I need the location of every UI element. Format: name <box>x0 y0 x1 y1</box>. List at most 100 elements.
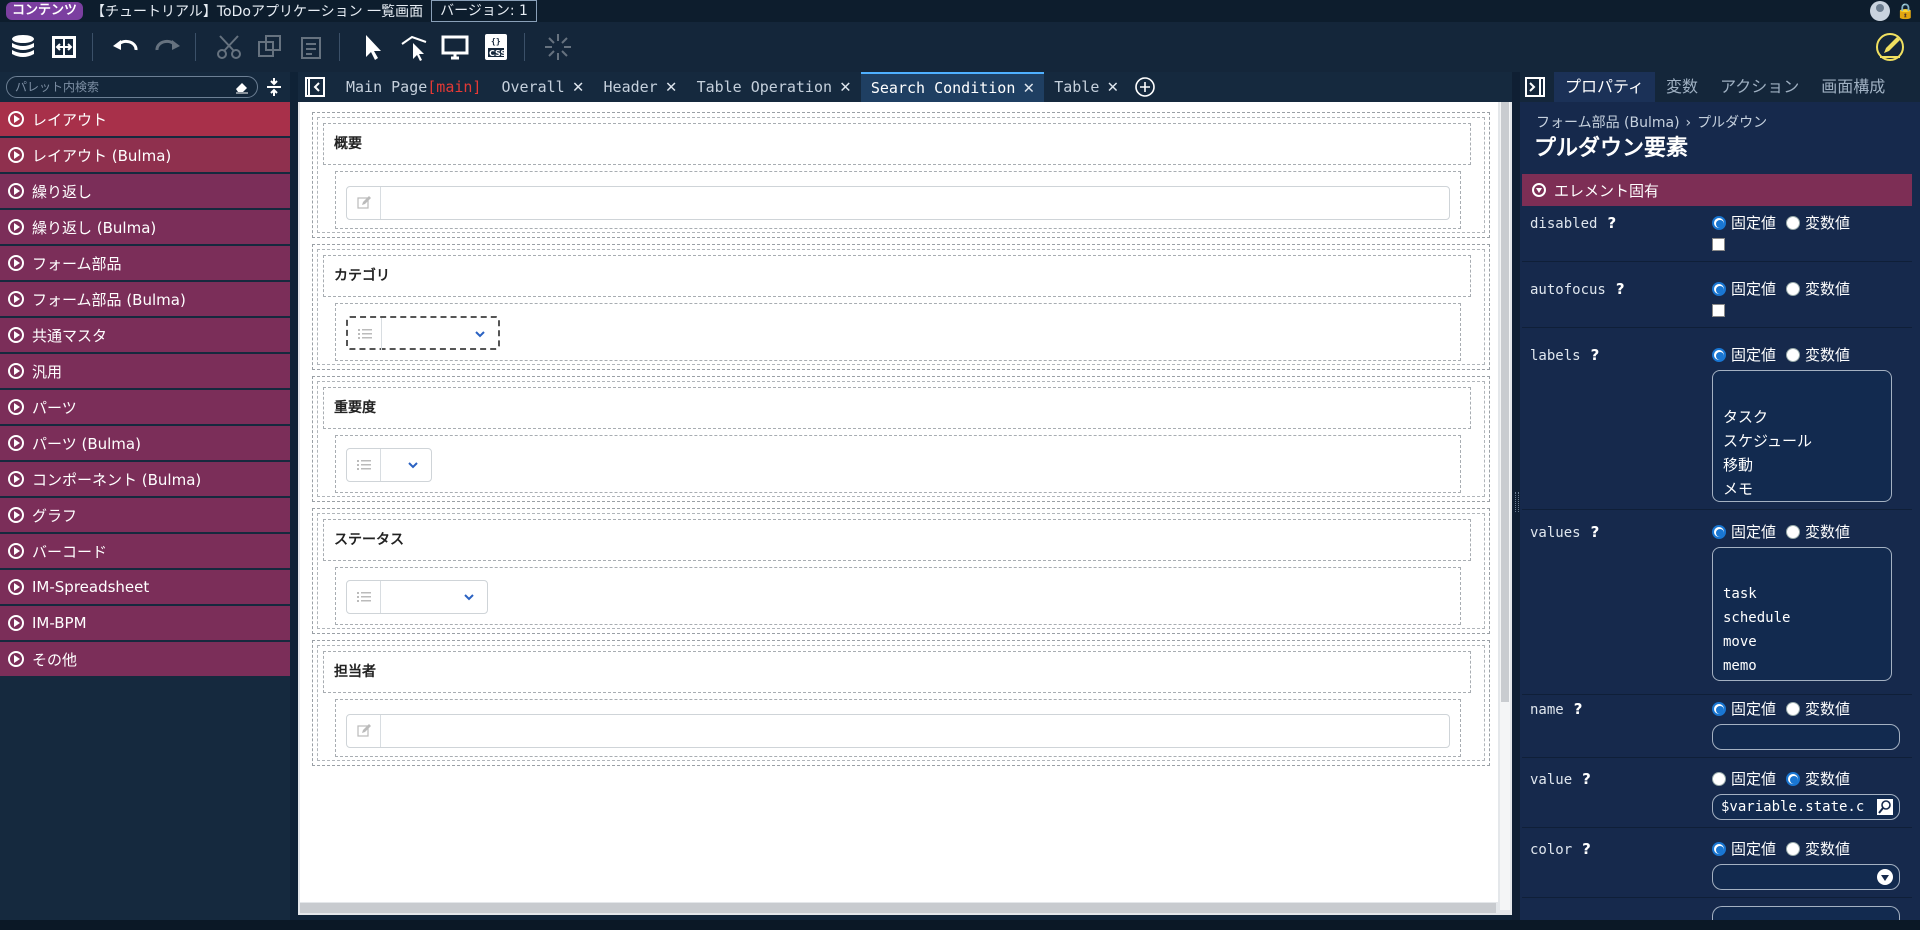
palette-item[interactable]: コンポーネント (Bulma) <box>0 462 290 496</box>
tab-search-condition[interactable]: Search Condition ✕ <box>860 72 1045 102</box>
disabled-checkbox[interactable] <box>1712 238 1725 251</box>
palette-search-input[interactable] <box>15 80 215 94</box>
help-icon[interactable]: ? <box>1607 214 1616 232</box>
add-tab-icon[interactable] <box>1134 76 1156 98</box>
value-input[interactable]: $variable.state.c <box>1712 794 1900 820</box>
scrollbar-thumb[interactable] <box>1501 102 1509 702</box>
user-avatar-icon[interactable] <box>1870 1 1890 21</box>
name-input[interactable] <box>1712 724 1900 750</box>
palette-item[interactable]: グラフ <box>0 498 290 532</box>
radio-variable[interactable] <box>1786 215 1801 230</box>
form-section[interactable]: カテゴリ <box>312 244 1490 370</box>
layout-split-icon[interactable] <box>46 29 82 65</box>
field-label[interactable]: 重要度 <box>323 387 1471 429</box>
close-icon[interactable]: ✕ <box>666 78 677 96</box>
radio-variable[interactable] <box>1786 281 1801 296</box>
autofocus-checkbox[interactable] <box>1712 304 1725 317</box>
tab-overall[interactable]: Overall ✕ <box>491 72 593 102</box>
preview-monitor-icon[interactable] <box>437 29 473 65</box>
help-icon[interactable]: ? <box>1582 770 1591 788</box>
undo-icon[interactable] <box>108 29 144 65</box>
form-section[interactable]: 重要度 <box>312 376 1490 502</box>
field-container[interactable] <box>335 303 1461 361</box>
palette-item[interactable]: レイアウト (Bulma) <box>0 138 290 172</box>
panel-splitter[interactable] <box>1512 72 1520 922</box>
tab-screen-structure[interactable]: 画面構成 <box>1810 72 1896 102</box>
help-icon[interactable]: ? <box>1591 346 1600 364</box>
tab-properties[interactable]: プロパティ <box>1554 72 1656 102</box>
values-textarea[interactable]: task schedule move memo <box>1712 547 1892 681</box>
close-icon[interactable]: ✕ <box>573 78 584 96</box>
palette-item[interactable]: 共通マスタ <box>0 318 290 352</box>
field-label[interactable]: カテゴリ <box>323 255 1471 297</box>
text-input[interactable] <box>346 714 1450 748</box>
select-dropdown[interactable] <box>346 448 432 482</box>
tab-back-icon[interactable] <box>304 76 326 98</box>
eraser-icon[interactable] <box>235 80 249 94</box>
close-icon[interactable]: ✕ <box>1023 79 1034 97</box>
tab-variables[interactable]: 変数 <box>1655 72 1709 102</box>
palette-item[interactable]: レイアウト <box>0 102 290 136</box>
pointer-frame-icon[interactable] <box>396 29 432 65</box>
select-dropdown[interactable] <box>346 580 488 614</box>
text-input[interactable] <box>346 186 1450 220</box>
radio-variable[interactable] <box>1786 347 1801 362</box>
help-icon[interactable]: ? <box>1574 700 1583 718</box>
field-container[interactable] <box>335 435 1461 493</box>
radio-variable[interactable] <box>1786 771 1801 786</box>
database-icon[interactable] <box>5 29 41 65</box>
palette-item[interactable]: フォーム部品 (Bulma) <box>0 282 290 316</box>
radio-fixed[interactable] <box>1712 771 1726 786</box>
canvas-vertical-scrollbar[interactable] <box>1500 102 1510 910</box>
redo-icon[interactable] <box>149 29 185 65</box>
canvas-page[interactable]: 概要カテゴリ重要度ステータス担当者 <box>300 102 1498 902</box>
lock-icon[interactable]: 🔒 <box>1896 1 1915 21</box>
tab-main-page[interactable]: Main Page [main] <box>336 72 491 102</box>
section-element-specific[interactable]: エレメント固有 <box>1522 174 1912 206</box>
field-container[interactable] <box>335 699 1461 757</box>
palette-item[interactable]: IM-Spreadsheet <box>0 570 290 604</box>
form-section[interactable]: 概要 <box>312 112 1490 238</box>
select-dropdown[interactable] <box>346 316 500 350</box>
palette-item[interactable]: 繰り返し (Bulma) <box>0 210 290 244</box>
radio-variable[interactable] <box>1786 524 1801 539</box>
paste-icon[interactable] <box>293 29 329 65</box>
field-label[interactable]: 担当者 <box>323 651 1471 693</box>
field-label[interactable]: ステータス <box>323 519 1471 561</box>
help-icon[interactable]: ? <box>1616 280 1625 298</box>
select-pointer-icon[interactable] <box>355 29 391 65</box>
form-section[interactable]: 担当者 <box>312 640 1490 766</box>
tab-header[interactable]: Header ✕ <box>594 72 687 102</box>
tab-actions[interactable]: アクション <box>1709 72 1810 102</box>
labels-textarea[interactable]: タスク スケジュール 移動 メモ <box>1712 370 1892 502</box>
field-label[interactable]: 概要 <box>323 123 1471 165</box>
radio-variable[interactable] <box>1786 841 1801 856</box>
palette-item[interactable]: パーツ (Bulma) <box>0 426 290 460</box>
radio-fixed[interactable] <box>1712 524 1726 539</box>
field-container[interactable] <box>335 171 1461 229</box>
form-section[interactable]: ステータス <box>312 508 1490 634</box>
cut-icon[interactable] <box>211 29 247 65</box>
radio-fixed[interactable] <box>1712 281 1726 296</box>
panel-toggle-icon[interactable] <box>1524 76 1546 98</box>
palette-item[interactable]: 繰り返し <box>0 174 290 208</box>
help-icon[interactable]: ? <box>1582 840 1591 858</box>
partial-input[interactable] <box>1712 906 1900 920</box>
radio-fixed[interactable] <box>1712 701 1726 716</box>
palette-item[interactable]: IM-BPM <box>0 606 290 640</box>
canvas-horizontal-scrollbar[interactable] <box>300 903 1496 913</box>
radio-variable[interactable] <box>1786 701 1801 716</box>
css-file-icon[interactable]: CSS {} <box>478 29 514 65</box>
field-container[interactable] <box>335 567 1461 625</box>
close-icon[interactable]: ✕ <box>1107 78 1118 96</box>
palette-item[interactable]: その他 <box>0 642 290 676</box>
edit-pencil-icon[interactable] <box>1872 29 1908 65</box>
version-label[interactable]: バージョン: 1 <box>431 0 537 22</box>
help-icon[interactable]: ? <box>1591 523 1600 541</box>
radio-fixed[interactable] <box>1712 347 1726 362</box>
palette-item[interactable]: フォーム部品 <box>0 246 290 280</box>
palette-item[interactable]: パーツ <box>0 390 290 424</box>
copy-icon[interactable] <box>252 29 288 65</box>
radio-fixed[interactable] <box>1712 841 1726 856</box>
search-icon[interactable] <box>1877 799 1893 815</box>
